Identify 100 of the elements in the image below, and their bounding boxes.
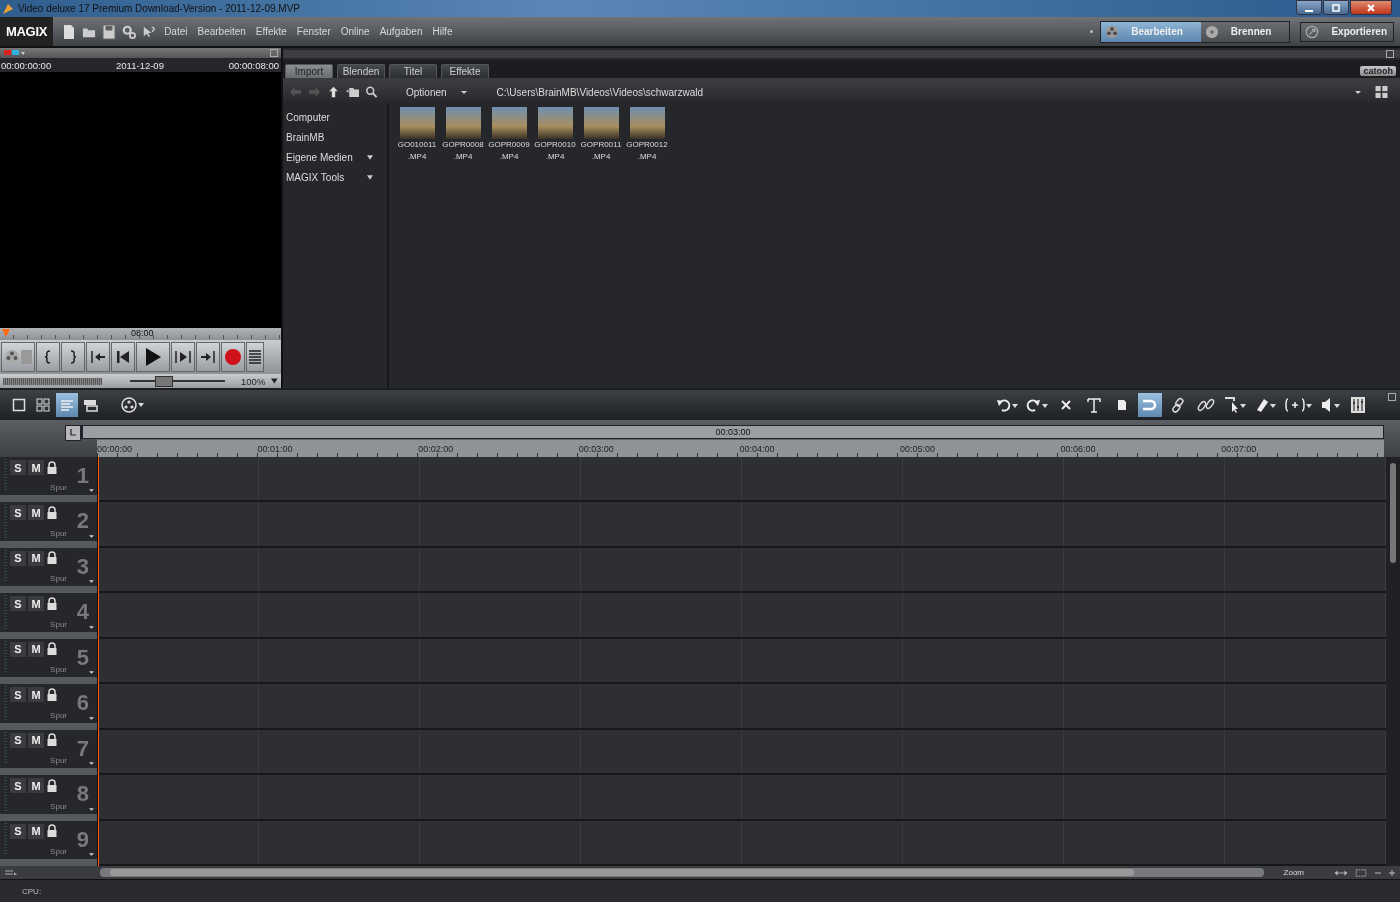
preview-ruler[interactable]: 08:00	[0, 328, 281, 340]
mute-button[interactable]: M	[28, 641, 44, 657]
time-ruler[interactable]: 00:00:00 00:01:00 00:02:00 00:03:00 00:04:00 00:05:00 00:06:00 00:07:00	[97, 439, 1384, 457]
file-name[interactable]: GOPR0010 .MP4	[534, 139, 576, 163]
dropdown-arrow-icon[interactable]	[89, 671, 94, 675]
dropdown-arrow-icon[interactable]	[89, 716, 94, 720]
horizontal-scrollbar[interactable]	[100, 868, 1264, 877]
video-thumbnail[interactable]	[399, 107, 435, 139]
dropdown-arrow-icon[interactable]	[89, 580, 94, 584]
video-thumbnail[interactable]	[583, 107, 619, 139]
menu-button[interactable]	[246, 342, 264, 372]
file-name[interactable]: GO010011 .MP4	[397, 139, 437, 163]
video-thumbnail[interactable]	[445, 107, 481, 139]
file-name[interactable]: GOPR0009 .MP4	[488, 139, 530, 163]
browser-tab[interactable]: Blenden	[337, 64, 385, 78]
mute-button[interactable]: M	[28, 596, 44, 612]
fit-width-icon[interactable]	[1334, 868, 1348, 877]
file-name[interactable]: GOPR0011 .MP4	[580, 139, 622, 163]
solo-button[interactable]: S	[10, 505, 26, 521]
dropdown-arrow-icon[interactable]	[89, 489, 94, 493]
mute-button[interactable]: M	[28, 778, 44, 794]
maximize-button[interactable]	[1323, 0, 1349, 15]
dropdown-arrow-icon[interactable]	[89, 625, 94, 629]
lock-icon[interactable]	[46, 824, 58, 838]
mute-button[interactable]: M	[28, 823, 44, 839]
lock-icon[interactable]	[46, 778, 58, 793]
solo-button[interactable]: S	[10, 596, 26, 612]
menu-item[interactable]: Fenster	[296, 26, 331, 37]
lock-icon[interactable]	[46, 687, 58, 702]
expand-arrow-icon[interactable]	[367, 154, 373, 160]
dropdown-arrow-icon[interactable]	[89, 762, 94, 766]
menu-item[interactable]: Online	[340, 26, 370, 37]
menu-item[interactable]: Bearbeiten	[197, 26, 246, 37]
browser-tab[interactable]: Titel	[389, 64, 437, 78]
menu-item[interactable]: Hilfe	[432, 26, 453, 37]
video-thumbnail[interactable]	[629, 107, 665, 139]
solo-button[interactable]: S	[10, 732, 26, 748]
lock-icon[interactable]	[46, 460, 58, 475]
maximize-icon[interactable]	[1386, 50, 1394, 58]
lock-icon[interactable]	[46, 505, 58, 520]
place-item[interactable]: Eigene Medien	[283, 147, 387, 167]
stereo-3d-icon[interactable]	[3, 49, 25, 57]
mute-button[interactable]: M	[28, 732, 44, 748]
zoom-value[interactable]: 100%	[241, 375, 266, 387]
timeline-overview-bar[interactable]: 00:03:00	[81, 425, 1384, 439]
search-icon[interactable]	[365, 86, 378, 98]
snap-tool-button[interactable]	[1138, 393, 1162, 417]
lock-icon[interactable]	[46, 642, 58, 657]
solo-button[interactable]: S	[10, 687, 26, 703]
close-button[interactable]	[1350, 0, 1392, 15]
video-thumbnail[interactable]	[491, 107, 527, 139]
slider-thumb[interactable]	[155, 375, 174, 387]
mute-button[interactable]: M	[28, 550, 44, 566]
solo-button[interactable]: S	[10, 641, 26, 657]
play-button[interactable]	[136, 342, 170, 372]
new-file-icon[interactable]	[62, 23, 77, 40]
mute-button[interactable]: M	[28, 687, 44, 703]
settings-icon[interactable]	[122, 23, 137, 40]
maximize-icon[interactable]	[1388, 393, 1396, 401]
maximize-icon[interactable]	[270, 49, 278, 57]
dropdown-arrow-icon[interactable]	[89, 852, 94, 856]
solo-button[interactable]: S	[10, 550, 26, 566]
file-name[interactable]: GOPR0012 .MP4	[626, 139, 668, 163]
go-to-out-button[interactable]	[196, 342, 220, 372]
mute-button[interactable]: M	[28, 505, 44, 521]
record-button[interactable]	[221, 342, 245, 372]
zoom-dropdown[interactable]: Zoom	[1283, 868, 1304, 877]
lock-icon[interactable]	[46, 733, 58, 748]
browser-tab[interactable]: Effekte	[441, 64, 489, 78]
dropdown-arrow-icon[interactable]	[89, 534, 94, 538]
file-name[interactable]: GOPR0008 .MP4	[442, 139, 484, 163]
lock-icon[interactable]	[46, 551, 58, 566]
mode-button[interactable]: Brennen	[1200, 21, 1290, 42]
catooh-logo[interactable]: catooh	[1360, 66, 1396, 76]
dropdown-arrow-icon[interactable]	[89, 807, 94, 811]
solo-button[interactable]: S	[10, 460, 26, 475]
up-arrow-icon[interactable]	[327, 86, 340, 98]
expand-arrow-icon[interactable]	[367, 174, 373, 180]
mute-button[interactable]: M	[28, 460, 44, 475]
solo-button[interactable]: S	[10, 778, 26, 794]
zoom-in-icon[interactable]	[1388, 868, 1396, 877]
menu-item[interactable]: Aufgaben	[379, 26, 423, 37]
dropdown-arrow-icon[interactable]	[460, 90, 467, 94]
caret-icon[interactable]	[271, 378, 278, 384]
skip-back-button[interactable]	[111, 342, 135, 372]
view-mode-button[interactable]	[1, 342, 35, 372]
grid-view-icon[interactable]	[1375, 86, 1388, 98]
menu-item[interactable]: Effekte	[255, 26, 287, 37]
mark-in-button[interactable]	[36, 342, 60, 372]
fit-all-icon[interactable]	[1354, 868, 1368, 877]
lock-icon[interactable]	[46, 596, 58, 611]
video-thumbnail[interactable]	[537, 107, 573, 139]
dropdown-arrow-icon[interactable]	[1355, 90, 1361, 94]
play-range-button[interactable]	[171, 342, 195, 372]
menu-item[interactable]: Datei	[164, 26, 188, 37]
go-to-in-button[interactable]	[86, 342, 110, 372]
place-item[interactable]: BrainMB	[283, 127, 387, 147]
browser-tab[interactable]: Import	[285, 64, 333, 78]
place-item[interactable]: Computer	[283, 107, 387, 127]
minimize-button[interactable]	[1296, 0, 1322, 15]
